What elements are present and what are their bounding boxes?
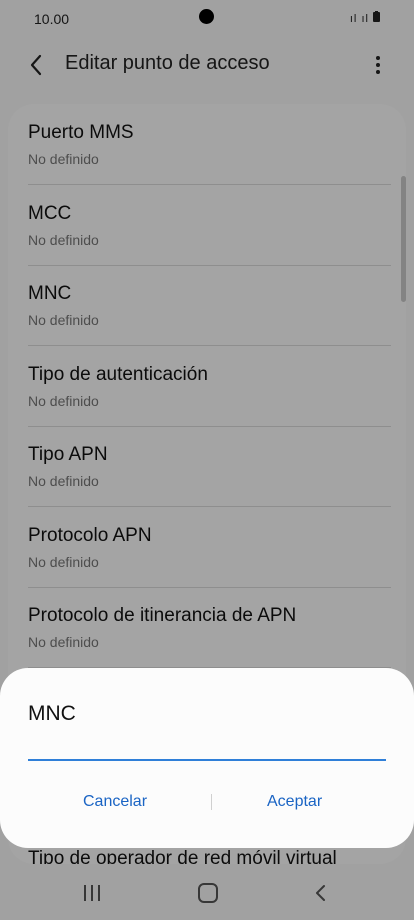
cancel-button[interactable]: Cancelar [83, 793, 147, 811]
dialog-title: MNC [28, 702, 76, 725]
button-divider [211, 794, 212, 810]
mnc-dialog: MNC Cancelar Aceptar [0, 668, 414, 848]
mnc-input[interactable] [28, 744, 386, 761]
accept-button[interactable]: Aceptar [267, 793, 322, 811]
